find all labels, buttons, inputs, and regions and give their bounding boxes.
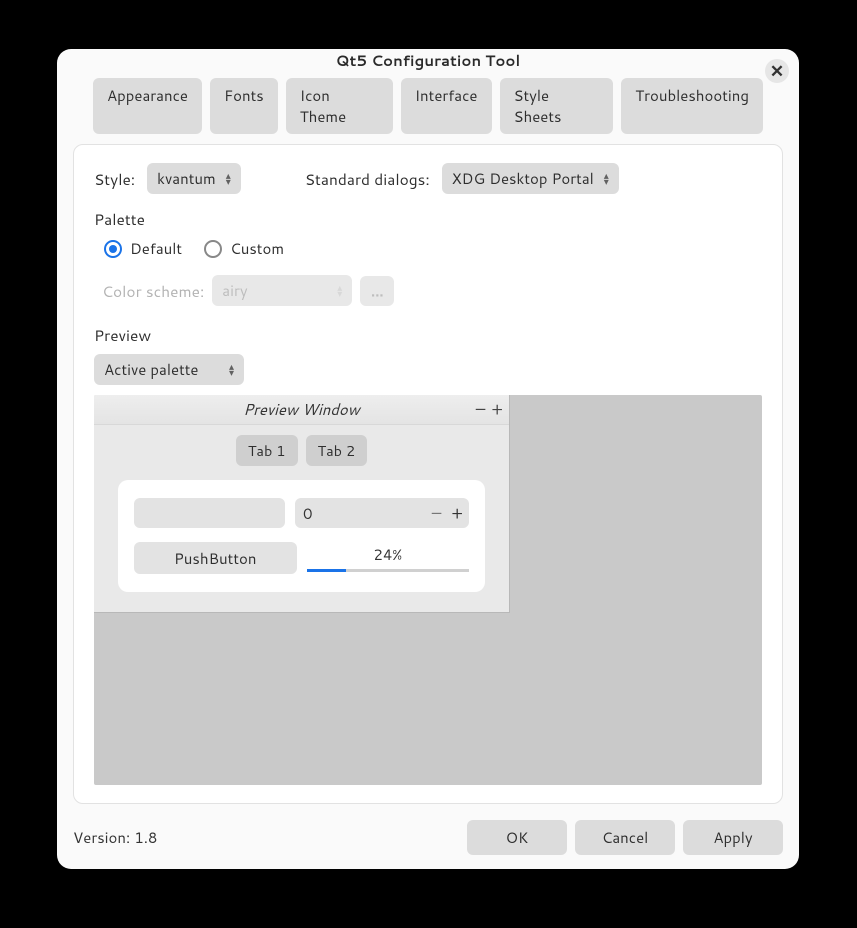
chevron-updown-icon: ▴▾	[226, 173, 231, 185]
palette-default-label: Default	[130, 238, 182, 259]
main-window: Qt5 Configuration Tool ✕ Appearance Font…	[57, 49, 799, 869]
preview-tabs: Tab 1 Tab 2	[94, 425, 509, 472]
color-scheme-select: airy ▴▾	[212, 275, 352, 306]
preview-progressbar: 24%	[307, 542, 470, 574]
tab-troubleshooting[interactable]: Troubleshooting	[621, 78, 763, 134]
style-label: Style:	[94, 168, 135, 190]
preview-card: 0 – + PushButton 24%	[118, 480, 485, 592]
close-button[interactable]: ✕	[765, 59, 789, 83]
preview-pushbutton-label: PushButton	[174, 548, 256, 569]
ellipsis-icon: ...	[371, 280, 384, 301]
footer: Version: 1.8 OK Cancel Apply	[57, 812, 799, 869]
chevron-updown-icon: ▴▾	[604, 173, 609, 185]
preview-window: Preview Window – + Tab 1 Tab 2 0	[94, 395, 510, 613]
window-title: Qt5 Configuration Tool	[336, 50, 520, 71]
preview-progress-track	[307, 569, 470, 572]
preview-progress-fill	[307, 569, 346, 572]
style-row: Style: kvantum ▴▾ Standard dialogs: XDG …	[94, 163, 762, 194]
dialogs-select[interactable]: XDG Desktop Portal ▴▾	[442, 163, 619, 194]
style-select[interactable]: kvantum ▴▾	[147, 163, 241, 194]
apply-button[interactable]: Apply	[683, 820, 783, 855]
dialogs-label: Standard dialogs:	[305, 168, 430, 190]
preview-palette-row: Active palette ▴▾	[94, 354, 762, 385]
close-icon: ✕	[770, 63, 784, 80]
preview-spinbox-plus[interactable]: +	[451, 501, 463, 525]
color-scheme-browse-button: ...	[360, 276, 394, 306]
preview-pushbutton[interactable]: PushButton	[134, 542, 297, 574]
radio-icon	[104, 240, 122, 258]
tab-fonts[interactable]: Fonts	[210, 78, 278, 134]
version-label: Version: 1.8	[73, 827, 157, 848]
style-select-value: kvantum	[157, 168, 216, 189]
tab-interface[interactable]: Interface	[401, 78, 492, 134]
chevron-updown-icon: ▴▾	[229, 364, 234, 376]
palette-default-radio[interactable]: Default	[104, 238, 182, 259]
preview-area: Preview Window – + Tab 1 Tab 2 0	[94, 395, 762, 785]
preview-heading: Preview	[94, 324, 762, 346]
preview-palette-select-value: Active palette	[104, 359, 199, 380]
dialogs-select-value: XDG Desktop Portal	[452, 168, 594, 189]
preview-tab-2[interactable]: Tab 2	[306, 435, 368, 466]
titlebar: Qt5 Configuration Tool ✕	[57, 49, 799, 72]
preview-window-titlebar: Preview Window – +	[94, 395, 509, 425]
color-scheme-value: airy	[222, 280, 247, 301]
palette-heading: Palette	[94, 208, 762, 230]
cancel-button[interactable]: Cancel	[575, 820, 675, 855]
color-scheme-row: Color scheme: airy ▴▾ ...	[102, 275, 762, 306]
palette-radio-group: Default Custom	[104, 238, 762, 259]
color-scheme-label: Color scheme:	[102, 280, 204, 302]
preview-window-title: Preview Window	[243, 399, 359, 420]
preview-progress-label: 24%	[373, 544, 402, 565]
preview-palette-select[interactable]: Active palette ▴▾	[94, 354, 244, 385]
ok-button[interactable]: OK	[467, 820, 567, 855]
preview-spinbox-minus[interactable]: –	[432, 501, 442, 525]
tab-style-sheets[interactable]: Style Sheets	[500, 78, 614, 134]
chevron-updown-icon: ▴▾	[337, 285, 342, 297]
preview-text-input[interactable]	[134, 498, 285, 528]
preview-tab-1[interactable]: Tab 1	[236, 435, 298, 466]
preview-spinbox-value: 0	[303, 503, 313, 524]
palette-custom-radio[interactable]: Custom	[204, 238, 284, 259]
main-tabstrip: Appearance Fonts Icon Theme Interface St…	[57, 72, 799, 144]
palette-custom-label: Custom	[230, 238, 284, 259]
preview-minimize-button[interactable]: –	[476, 397, 486, 421]
radio-icon	[204, 240, 222, 258]
tab-icon-theme[interactable]: Icon Theme	[286, 78, 393, 134]
preview-spinbox[interactable]: 0 – +	[295, 498, 469, 528]
tab-appearance[interactable]: Appearance	[93, 78, 202, 134]
content-panel: Style: kvantum ▴▾ Standard dialogs: XDG …	[73, 144, 783, 804]
preview-maximize-button[interactable]: +	[491, 397, 503, 421]
